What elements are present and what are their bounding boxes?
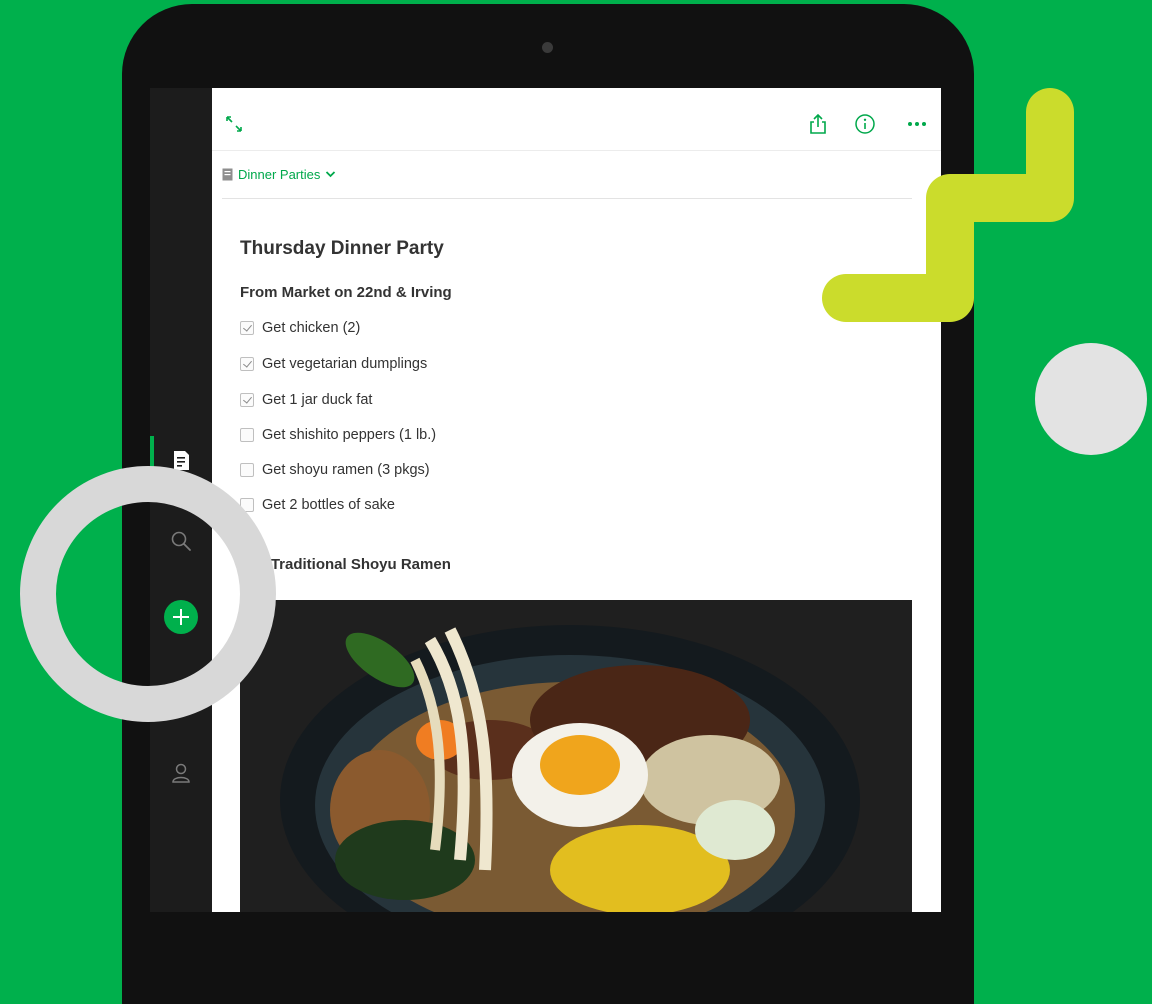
- sidebar-active-indicator: [150, 436, 154, 470]
- todo-label: Get shoyu ramen (3 pkgs): [262, 462, 430, 478]
- note-section-heading[interactable]: From Market on 22nd & Irving: [240, 284, 452, 301]
- ramen-photo[interactable]: [240, 600, 912, 912]
- front-camera: [542, 42, 553, 53]
- ring-decoration: [20, 466, 276, 722]
- todo-item[interactable]: Get vegetarian dumplings: [240, 353, 427, 375]
- header-divider: [222, 198, 912, 199]
- chevron-down-icon: [326, 171, 336, 178]
- zigzag-decoration: [822, 88, 1074, 322]
- expand-button[interactable]: [222, 112, 246, 136]
- circle-decoration: [1035, 343, 1147, 455]
- todo-item[interactable]: Get 1 jar duck fat: [240, 389, 372, 411]
- todo-label: Get chicken (2): [262, 320, 361, 336]
- todo-item[interactable]: Get 2 bottles of sake: [240, 494, 395, 516]
- checkbox[interactable]: [240, 393, 254, 407]
- todo-label: Get shishito peppers (1 lb.): [262, 427, 437, 443]
- ramen-image: [240, 600, 912, 912]
- checkbox[interactable]: [240, 321, 254, 335]
- expand-icon: [226, 116, 242, 132]
- checkbox[interactable]: [240, 428, 254, 442]
- account-icon: [172, 763, 190, 783]
- notebook-selector[interactable]: Dinner Parties: [222, 164, 336, 184]
- notebook-icon: [222, 168, 233, 180]
- sidebar-item-account[interactable]: [164, 756, 198, 790]
- note-title[interactable]: Thursday Dinner Party: [240, 238, 444, 260]
- notebook-name: Dinner Parties: [238, 166, 321, 182]
- todo-item[interactable]: Get chicken (2): [240, 317, 360, 339]
- todo-item[interactable]: Get shoyu ramen (3 pkgs): [240, 459, 430, 481]
- checkbox[interactable]: [240, 463, 254, 477]
- todo-item[interactable]: Get shishito peppers (1 lb.): [240, 424, 436, 446]
- todo-label: Get vegetarian dumplings: [262, 356, 428, 372]
- checkbox[interactable]: [240, 357, 254, 371]
- todo-label: Get 2 bottles of sake: [262, 497, 395, 513]
- todo-label: Get 1 jar duck fat: [262, 392, 373, 408]
